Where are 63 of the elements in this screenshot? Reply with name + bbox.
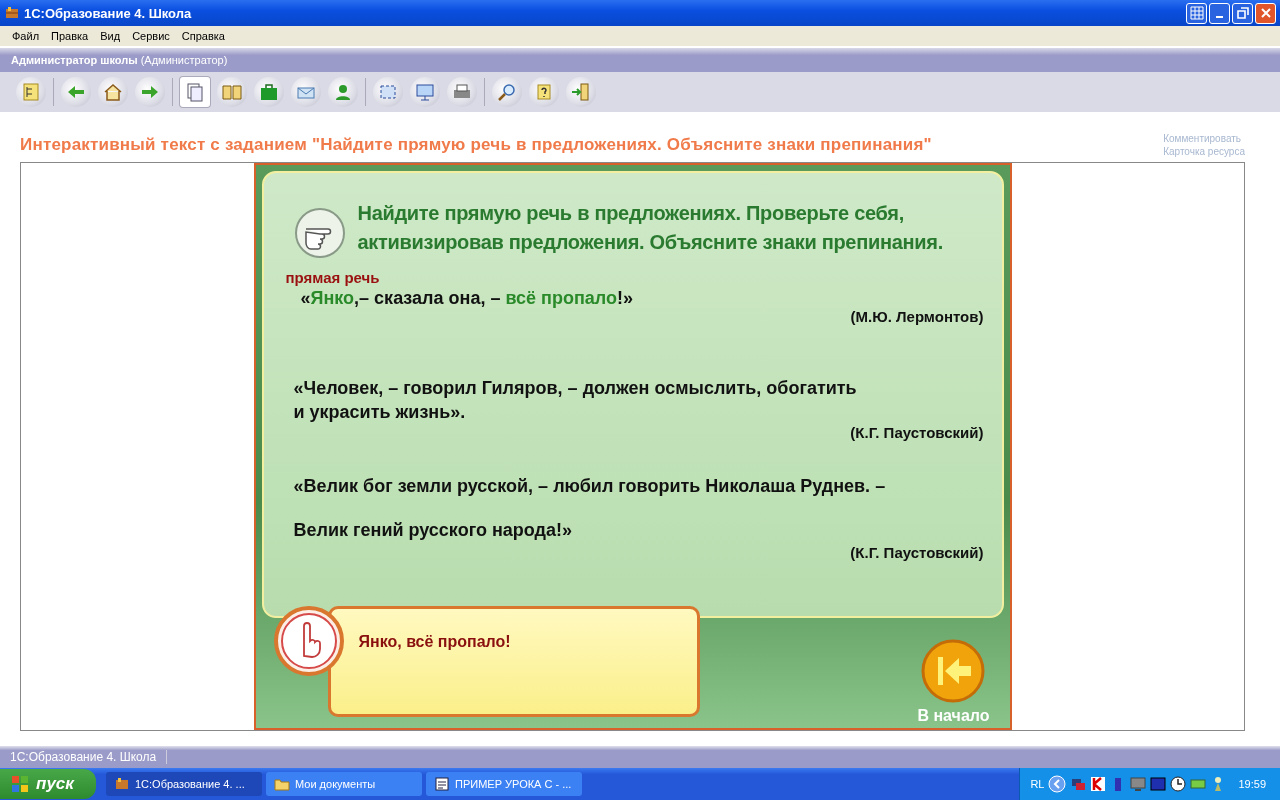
taskbar-button[interactable]: ПРИМЕР УРОКА С - ... (426, 772, 582, 796)
search-button[interactable] (492, 77, 522, 107)
taskbar-button[interactable]: 1С:Образование 4. ... (106, 772, 262, 796)
chevron-icon[interactable] (1048, 775, 1067, 793)
quote-text: «Велик бог земли русской, – любил говорить Николаша Руднев. – Велик гений русского народа!» (293, 475, 887, 542)
windows-logo-icon (10, 774, 30, 794)
task-text: Найдите прямую речь в предложениях. Проверьте себя, активизировав предложения. Объясните знаки препинания. (357, 201, 943, 255)
quote-text: «Человек, – говорил Гиляров, – должен осмыслить, обогатить и украсить жизнь». (293, 377, 858, 424)
monitor-button[interactable] (410, 77, 440, 107)
home-button[interactable] (98, 77, 128, 107)
side-link[interactable]: Карточка ресурса (1163, 145, 1245, 158)
clock-time[interactable]: 19:59 (1238, 778, 1266, 790)
user-name: Администратор школы (11, 54, 138, 66)
monitor-icon[interactable] (1130, 776, 1147, 792)
network-icon[interactable] (1070, 776, 1087, 792)
restore-button[interactable] (1232, 2, 1253, 24)
taskbar-button[interactable]: Мои документы (266, 772, 422, 796)
forward-arrow-button[interactable] (135, 77, 165, 107)
grid-button[interactable] (1186, 2, 1207, 24)
home-label: В начало (917, 707, 990, 725)
printer-button[interactable] (447, 77, 477, 107)
menu-item[interactable]: Файл (6, 30, 46, 42)
briefcase-button[interactable] (254, 77, 284, 107)
start-button[interactable]: пуск (0, 769, 96, 799)
document-button[interactable] (180, 77, 210, 107)
pointing-hand-icon (293, 207, 346, 259)
menu-item[interactable]: Сервис (126, 30, 176, 42)
arrow-to-bar-icon (921, 639, 986, 703)
menu-item[interactable]: Правка (45, 30, 95, 42)
app-icon (4, 5, 20, 21)
language-indicator[interactable]: RL (1030, 778, 1045, 790)
menu-item[interactable]: Вид (94, 30, 127, 42)
close-button[interactable] (1255, 2, 1276, 24)
quote-text: «Янко,– сказала она, – всё пропало!» (300, 287, 634, 310)
user-role: (Администратор) (140, 54, 228, 66)
display-icon[interactable] (1150, 776, 1167, 792)
back-arrow-button[interactable] (61, 77, 91, 107)
minimize-button[interactable] (1209, 2, 1230, 24)
book-button[interactable] (217, 77, 247, 107)
status-text: 1С:Образование 4. Школа (10, 750, 168, 764)
person-button[interactable] (328, 77, 358, 107)
direct-speech-label: прямая речь (285, 269, 381, 286)
folder-icon (274, 776, 290, 792)
grid-icon (1188, 5, 1205, 21)
frame-button[interactable] (373, 77, 403, 107)
minimize-icon (1216, 16, 1223, 18)
home-button[interactable] (921, 639, 986, 703)
document-icon (434, 776, 450, 792)
clock-icon[interactable] (1170, 776, 1187, 792)
menu-item[interactable]: Справка (175, 30, 231, 42)
help-button[interactable] (529, 77, 559, 107)
hint-text: Янко, всё пропало! (358, 633, 511, 650)
quote-author: (К.Г. Паустовский) (849, 424, 984, 441)
quote-author: (М.Ю. Лермонтов) (849, 308, 984, 325)
side-link[interactable]: Комментировать (1163, 132, 1245, 145)
exit-button[interactable] (566, 77, 596, 107)
app-icon (114, 776, 130, 792)
quote-author: (К.Г. Паустовский) (849, 544, 984, 561)
page-heading: Интерактивный текст с заданием "Найдите прямую речь в предложениях. Объясните знаки препинания" (20, 135, 932, 155)
restore-icon (1234, 5, 1251, 21)
envelope-button[interactable] (291, 77, 321, 107)
k-shield-icon[interactable] (1090, 776, 1107, 792)
window-title: 1С:Образование 4. Школа (24, 5, 193, 21)
